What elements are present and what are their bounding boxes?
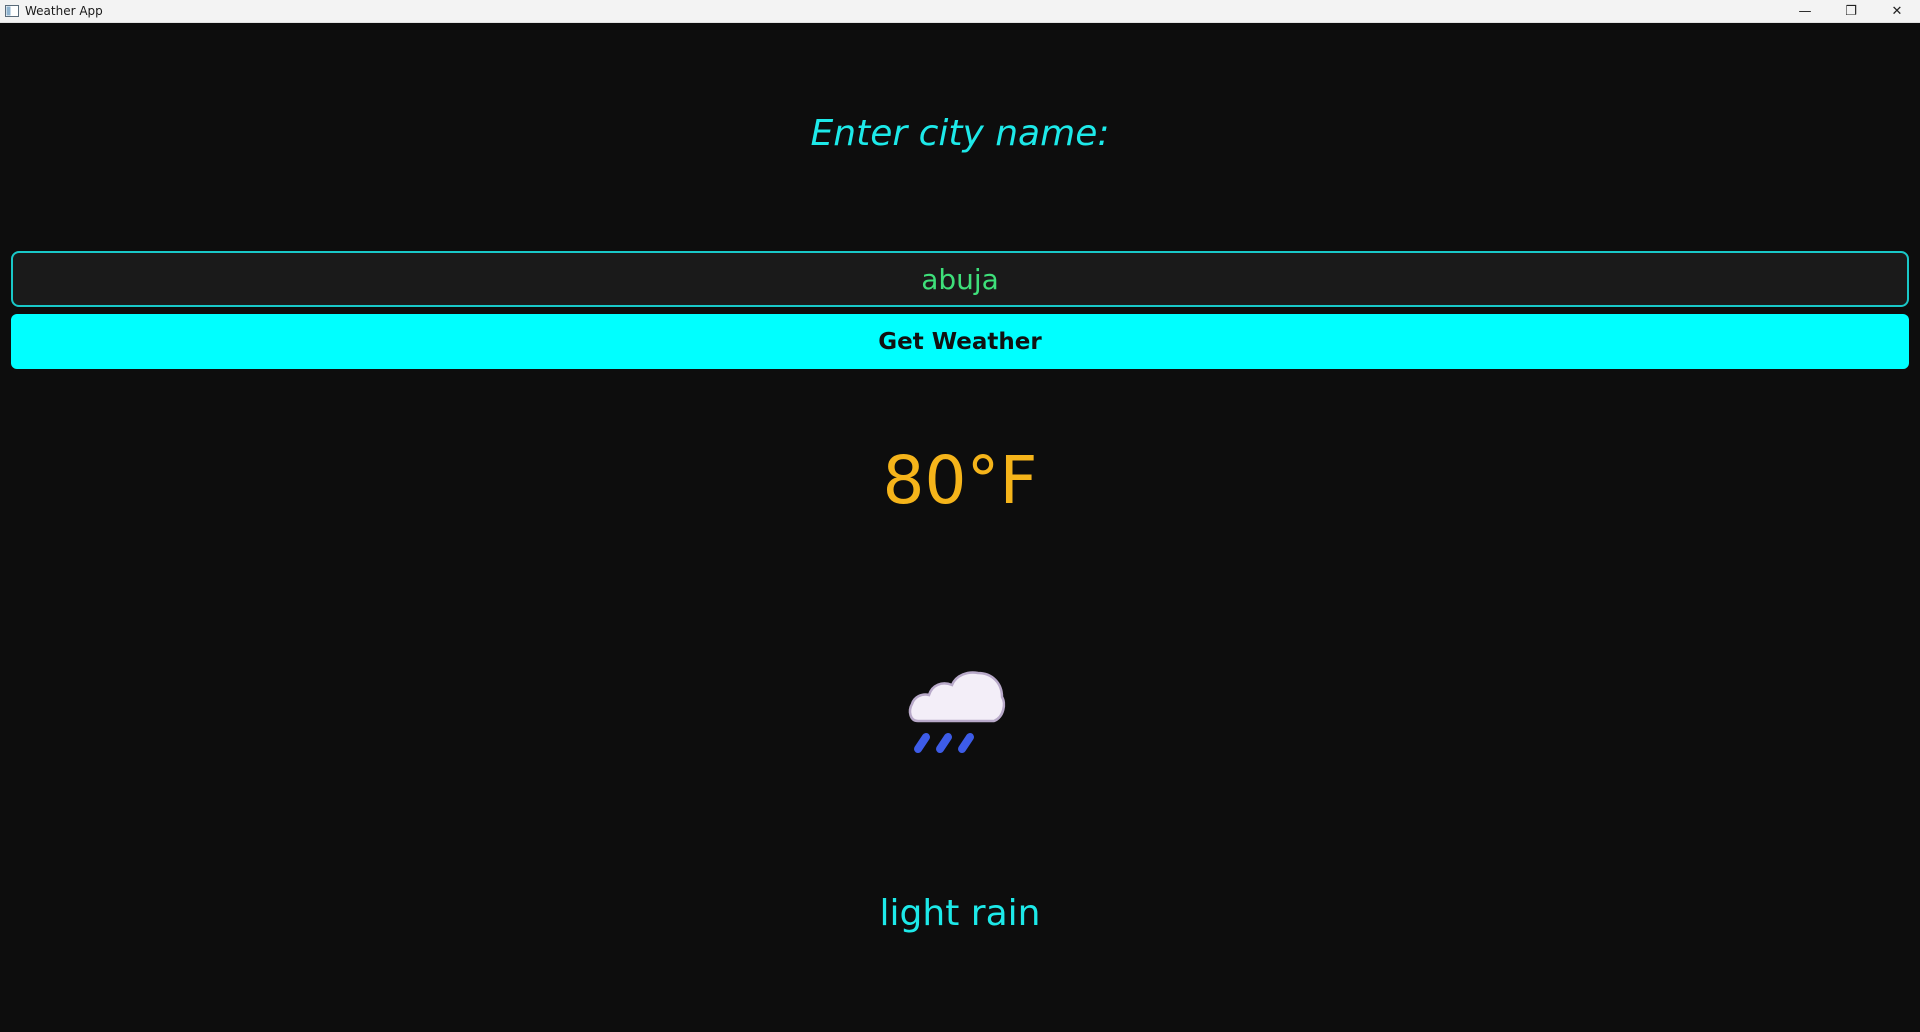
get-weather-button[interactable]: Get Weather — [11, 314, 1909, 369]
restore-icon: ❐ — [1845, 4, 1857, 19]
minimize-icon: — — [1798, 4, 1812, 19]
city-prompt-label: Enter city name: — [810, 113, 1110, 154]
app-window-icon — [4, 4, 20, 18]
weather-app-body: Enter city name: Get Weather 80°F light … — [0, 23, 1920, 1032]
weather-description: light rain — [879, 893, 1041, 934]
close-icon: ✕ — [1891, 4, 1903, 19]
window-controls: — ❐ ✕ — [1782, 0, 1920, 23]
window-title: Weather App — [25, 4, 103, 18]
temperature-display: 80°F — [882, 442, 1038, 519]
window-titlebar[interactable]: Weather App — ❐ ✕ — [0, 0, 1920, 23]
cloud-with-rain-icon — [902, 653, 1018, 763]
close-button[interactable]: ✕ — [1874, 0, 1920, 23]
minimize-button[interactable]: — — [1782, 0, 1828, 23]
city-input[interactable] — [11, 251, 1909, 307]
restore-button[interactable]: ❐ — [1828, 0, 1874, 23]
